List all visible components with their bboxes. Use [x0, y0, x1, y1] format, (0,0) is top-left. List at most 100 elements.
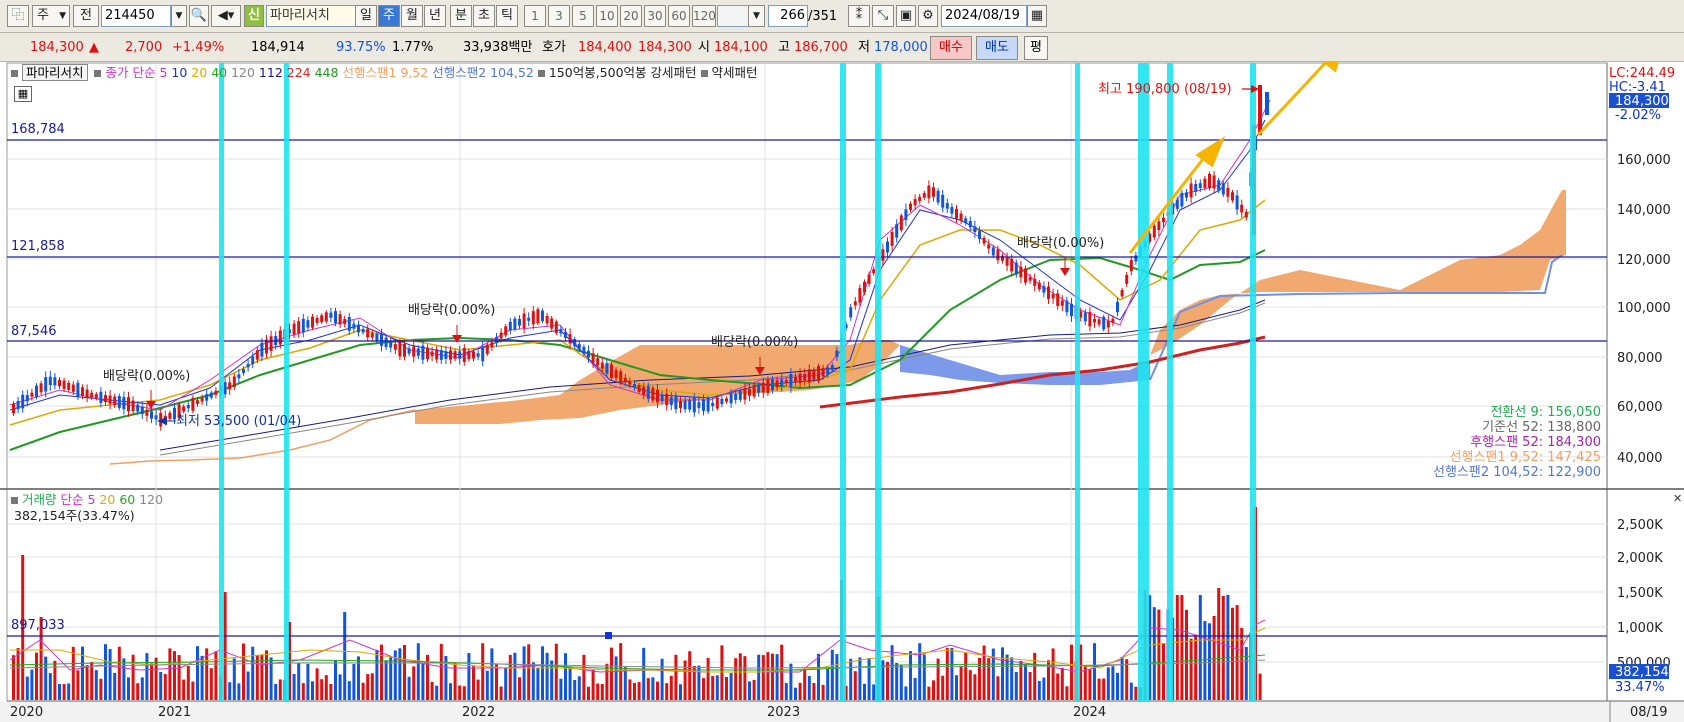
volume-bar [490, 648, 494, 700]
period-week[interactable]: 주 [378, 5, 400, 27]
interval-3[interactable]: 3 [548, 5, 570, 27]
interval-1[interactable]: 1 [524, 5, 546, 27]
volume-legend-label[interactable]: 거래량 [22, 492, 57, 507]
period-day[interactable]: 일 [355, 5, 377, 27]
volume-bar [154, 657, 158, 700]
legend-ma-5[interactable]: 5 [159, 65, 167, 80]
period-tick[interactable]: 틱 [496, 5, 518, 27]
candle-body [1120, 290, 1124, 297]
legend-ma-224[interactable]: 224 [287, 65, 311, 80]
legend-ma-label[interactable]: 단순 [132, 65, 155, 80]
volume-bar [1125, 659, 1129, 700]
volume-legend-ma-5[interactable]: 5 [87, 492, 95, 507]
interval-dropdown-icon[interactable]: ▼ [748, 5, 765, 27]
stock-name-field[interactable]: 파마리서치 [266, 5, 358, 27]
volume-bar [679, 684, 682, 700]
stock-chart[interactable]: 배당락(0.00%) 배당락(0.00%) 배당락(0.00%) 배당락(0.0… [0, 62, 1684, 722]
legend-close-label[interactable]: 종가 [105, 65, 128, 80]
candle-body [430, 351, 434, 357]
candle-body [559, 328, 563, 334]
legend-stock-name[interactable]: 파마리서치 [21, 64, 88, 81]
speaker-icon[interactable]: ◀▾ [211, 5, 241, 27]
volume-bar [343, 612, 347, 700]
candle-body [508, 321, 512, 331]
legend-ma-10[interactable]: 10 [171, 65, 187, 80]
interval-10[interactable]: 10 [596, 5, 618, 27]
period-second[interactable]: 초 [473, 5, 495, 27]
save-icon[interactable]: ▣ [896, 5, 916, 27]
volume-bar [1157, 609, 1161, 700]
candle-body [812, 369, 816, 380]
candle-body [490, 342, 494, 348]
candle-body [94, 394, 98, 399]
candle-body [720, 398, 724, 405]
candle-body [941, 194, 945, 208]
legend-weak-pattern[interactable]: 약세패턴 [711, 65, 757, 80]
volume-bar [173, 651, 176, 700]
calendar-icon[interactable]: ▦ [1027, 5, 1047, 27]
table-icon[interactable]: ▦ [14, 86, 32, 102]
count-input[interactable]: 266 [768, 5, 808, 27]
legend-pattern[interactable]: 150억봉,500억봉 강세패턴 [549, 65, 697, 80]
eval-button[interactable]: 평 [1024, 36, 1048, 60]
volume-bar [872, 684, 876, 700]
candle-body [435, 349, 439, 360]
interval-60[interactable]: 60 [668, 5, 690, 27]
legend-ma-40[interactable]: 40 [211, 65, 227, 80]
prev-button[interactable]: 전 [73, 5, 99, 27]
legend-span2[interactable]: 선행스팬2 104,52 [432, 65, 534, 80]
interval-5[interactable]: 5 [572, 5, 594, 27]
volume-bar [941, 675, 945, 700]
up-arrow-icon: ▲ [89, 40, 99, 55]
legend-ma-448[interactable]: 448 [315, 65, 339, 80]
search-icon[interactable]: 🔍 [189, 5, 209, 27]
interval-20[interactable]: 20 [620, 5, 642, 27]
candle-body [1157, 221, 1161, 231]
period-minute[interactable]: 분 [450, 5, 472, 27]
candle-body [416, 348, 420, 356]
candle-body [697, 402, 701, 408]
chart-area[interactable]: 배당락(0.00%) 배당락(0.00%) 배당락(0.00%) 배당락(0.0… [0, 62, 1684, 722]
volume-bar [458, 685, 462, 700]
close-icon[interactable]: ✕ [1673, 492, 1682, 505]
svg-text:160,000: 160,000 [1617, 153, 1671, 168]
date-input[interactable]: 2024/08/19 [941, 5, 1027, 27]
interval-30[interactable]: 30 [644, 5, 666, 27]
candle-body [725, 398, 728, 402]
candle-body [1134, 255, 1138, 262]
legend-span1[interactable]: 선행스팬1 9,52 [342, 65, 428, 80]
chart-menu-icon[interactable]: ⿻ [7, 5, 29, 27]
high-annotation: 최고 190,800 (08/19) [1098, 82, 1232, 97]
gear-icon[interactable]: ⚙ [918, 5, 938, 27]
candle-body [30, 392, 34, 397]
legend-ma-20[interactable]: 20 [191, 65, 207, 80]
volume-bar [573, 680, 577, 700]
stock-code-input[interactable]: 214450 [101, 5, 171, 27]
candle-body [481, 346, 485, 362]
candle-body [21, 394, 25, 409]
candle-body [692, 397, 696, 413]
interval-120[interactable]: 120 [692, 5, 716, 27]
svg-text:2022: 2022 [462, 705, 495, 720]
code-dropdown-icon[interactable]: ▼ [171, 5, 187, 27]
legend-ma-112[interactable]: 112 [259, 65, 283, 80]
volume-legend-ma-20[interactable]: 20 [99, 492, 115, 507]
period-type-select[interactable]: 주 ▼ [32, 5, 70, 27]
indicator-icon[interactable]: ⁑ [848, 5, 870, 27]
volume-bar [596, 683, 600, 700]
volume-legend-ma-label[interactable]: 단순 [60, 492, 83, 507]
volume-bar [610, 647, 613, 700]
period-month[interactable]: 월 [401, 5, 423, 27]
candle-body [242, 369, 245, 373]
candle-body [582, 346, 586, 354]
buy-button[interactable]: 매수 [930, 36, 972, 60]
draw-tool-icon[interactable]: ⤡ [872, 5, 894, 27]
period-year[interactable]: 년 [424, 5, 446, 27]
sell-button[interactable]: 매도 [976, 36, 1018, 60]
volume-legend-ma-120[interactable]: 120 [139, 492, 163, 507]
candle-body [191, 397, 195, 411]
volume-bar [186, 665, 190, 700]
candle-body [205, 394, 209, 401]
volume-legend-ma-60[interactable]: 60 [119, 492, 135, 507]
legend-ma-120[interactable]: 120 [231, 65, 255, 80]
